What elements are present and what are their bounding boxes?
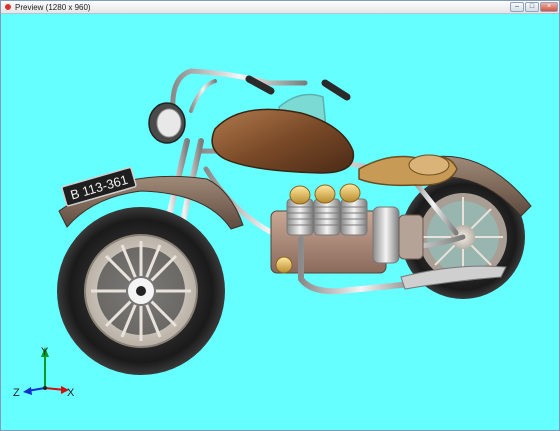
3d-viewport[interactable]: B 113-361 Y X Z <box>1 14 559 430</box>
headlamp <box>148 102 186 144</box>
x-axis-label: X <box>67 387 75 399</box>
minimize-button[interactable]: – <box>510 2 524 12</box>
maximize-button[interactable]: □ <box>525 2 539 12</box>
y-axis-label: Y <box>41 346 49 358</box>
title-bar[interactable]: Preview (1280 x 960) – □ × <box>1 1 559 14</box>
close-button[interactable]: × <box>540 2 558 12</box>
window-title: Preview (1280 x 960) <box>15 3 91 12</box>
motorcycle-render: B 113-361 Y X Z <box>13 68 532 399</box>
axis-gizmo: Y X Z <box>13 346 75 399</box>
preview-window: Preview (1280 x 960) – □ × B 113-361 Y X… <box>0 0 560 431</box>
z-axis-label: Z <box>13 387 20 399</box>
fuel-tank <box>211 108 355 174</box>
front-wheel <box>57 207 225 375</box>
saddle-spring <box>408 154 450 176</box>
z-axis-arrow-icon <box>23 387 32 395</box>
app-icon <box>4 3 12 11</box>
